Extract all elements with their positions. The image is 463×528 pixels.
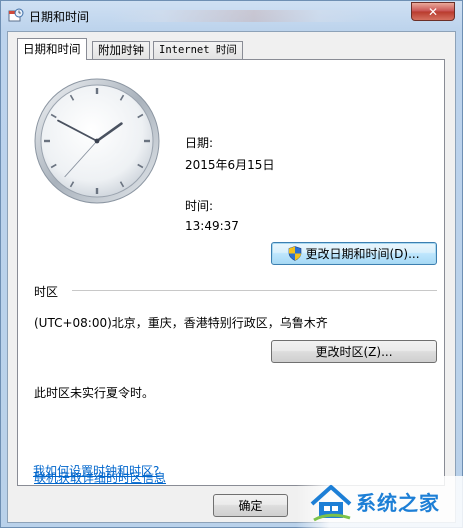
change-timezone-button[interactable]: 更改时区(Z)... [271,340,437,363]
analog-clock [34,78,160,204]
title-bar[interactable]: 日期和时间 ✕ [1,1,462,31]
house-logo-icon [310,485,352,522]
date-value: 2015年6月15日 [185,158,275,172]
change-date-time-button-label: 更改日期和时间(D)... [305,247,420,261]
tab-date-time[interactable]: 日期和时间 [17,38,87,60]
ok-button-label: 确定 [238,499,263,513]
time-value: 13:49:37 [185,219,239,233]
time-label: 时间: [185,199,214,213]
dialog-client-area: 日期和时间 附加时钟 Internet 时间 日期: 2015年6月15日 时间… [7,31,456,523]
timezone-section-label: 时区 [34,285,59,299]
date-label: 日期: [185,136,214,150]
tab-internet-time[interactable]: Internet 时间 [153,41,243,59]
datetime-app-icon [8,8,24,22]
timezone-value: (UTC+08:00)北京，重庆，香港特别行政区，乌鲁木齐 [34,316,328,330]
window-frame: 日期和时间 ✕ 日期和时间 附加时钟 Internet 时间 日期: 2015年… [0,0,463,528]
title-background-blur [111,10,371,22]
change-date-time-button[interactable]: 更改日期和时间(D)... [271,242,437,265]
timezone-separator [72,290,437,291]
uac-shield-icon [289,246,302,261]
tab-additional-clocks[interactable]: 附加时钟 [92,41,150,59]
ok-button[interactable]: 确定 [213,494,288,517]
site-watermark: 系统之家 [296,476,463,528]
tab-panel: 日期: 2015年6月15日 时间: 13:49:37 更改日期和时间(D)..… [17,59,445,486]
close-button[interactable]: ✕ [411,2,455,21]
watermark-text: 系统之家 [356,491,440,515]
change-timezone-button-label: 更改时区(Z)... [315,345,393,359]
close-icon: ✕ [427,4,439,19]
dst-note: 此时区未实行夏令时。 [34,386,155,400]
window-title: 日期和时间 [29,10,90,24]
how-to-set-clock-link[interactable]: 我如何设置时钟和时区? [33,462,159,479]
